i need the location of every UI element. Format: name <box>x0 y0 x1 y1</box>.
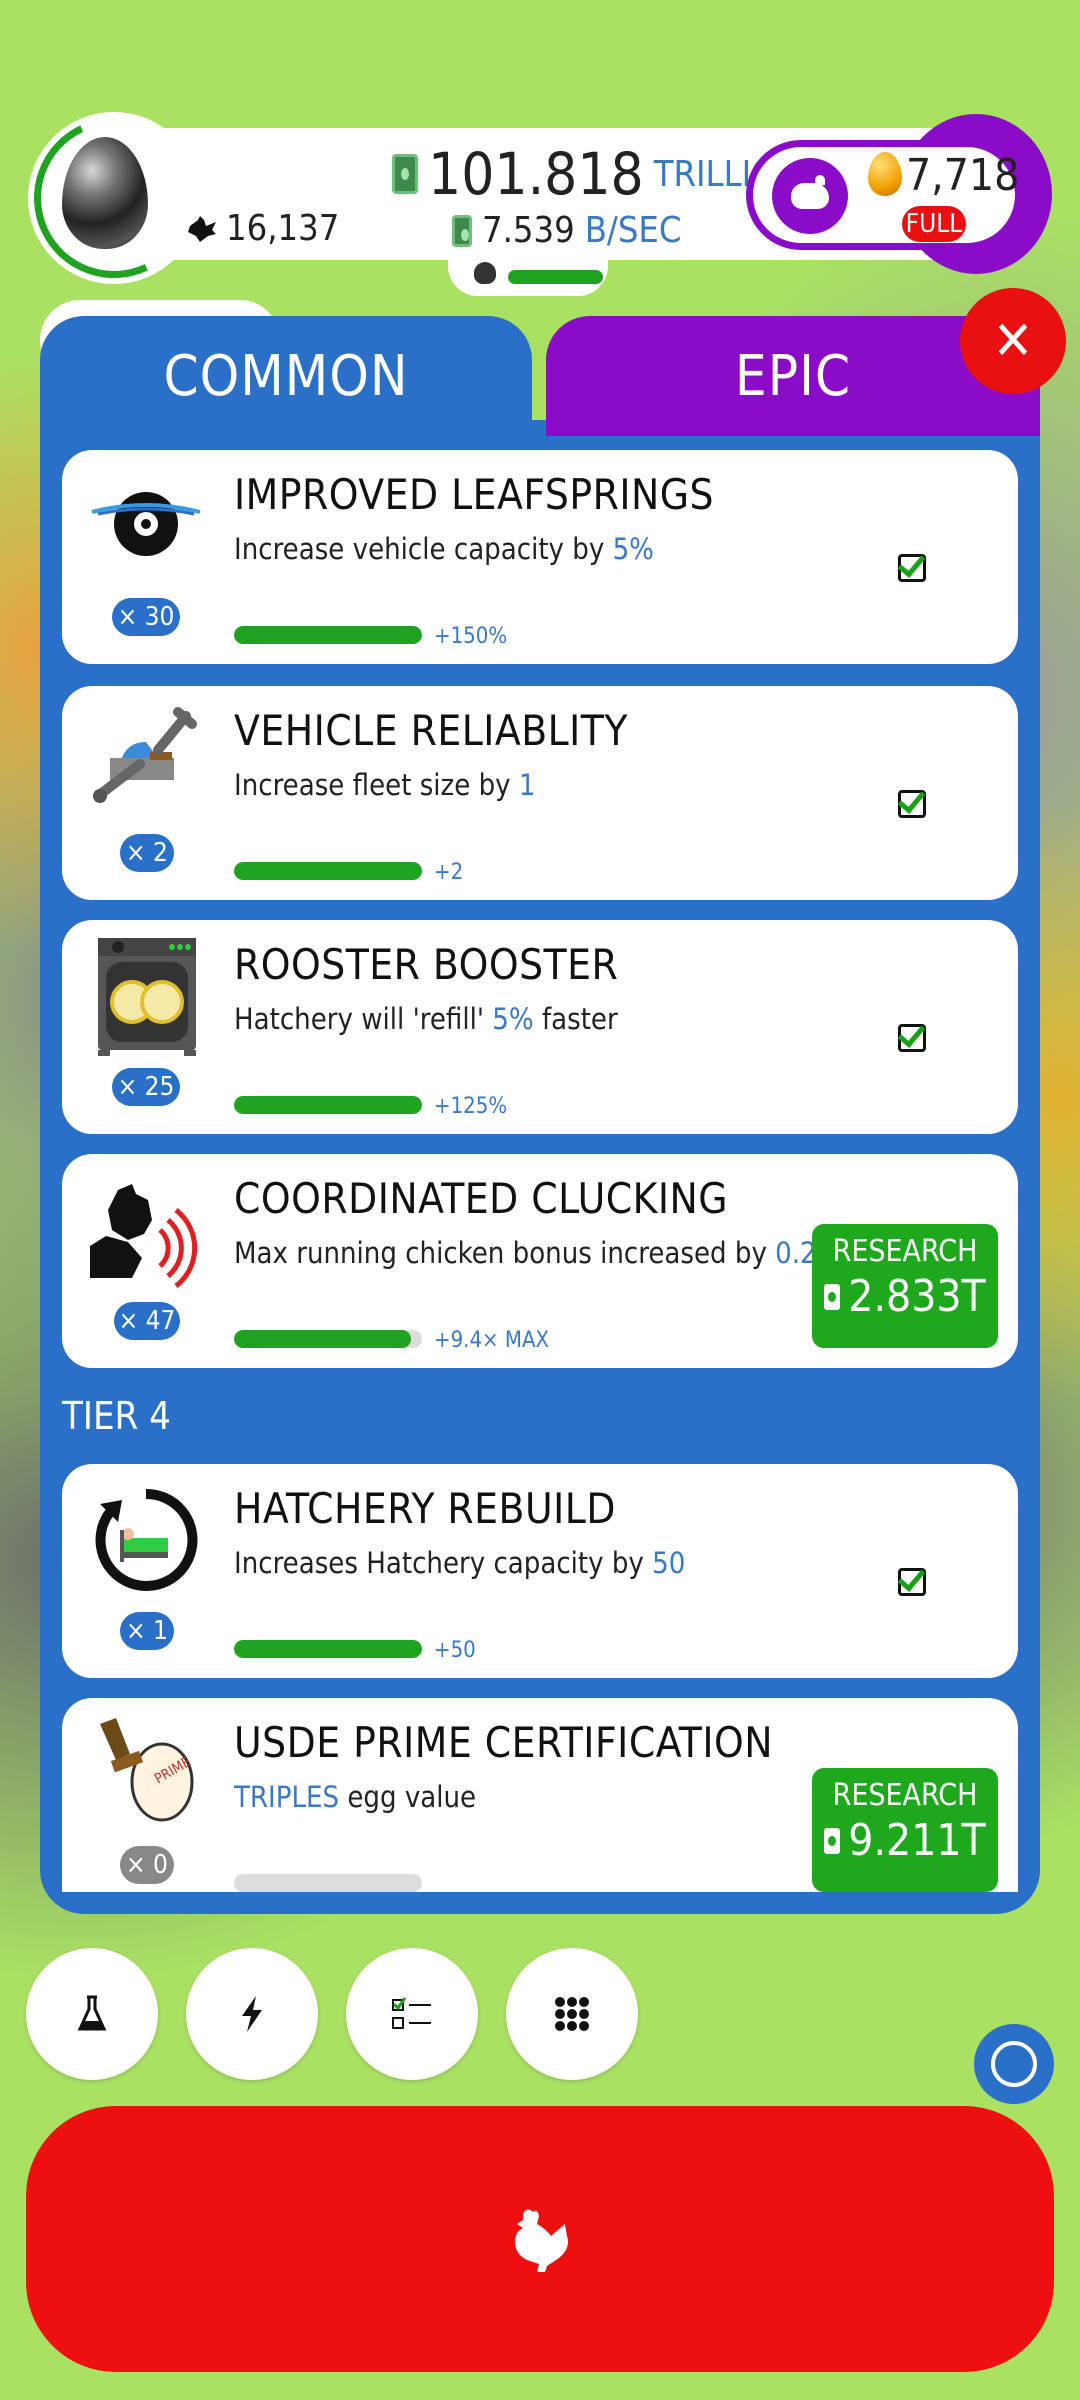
hatch-chicken-button[interactable] <box>26 2106 1054 2372</box>
cash-icon <box>824 1827 841 1854</box>
tab-common[interactable]: COMMON <box>40 316 532 436</box>
research-title: IMPROVED LEAFSPRINGS <box>234 470 715 519</box>
research-bonus: +150% <box>434 624 508 649</box>
main-menu-button[interactable] <box>506 1948 638 2080</box>
rate-unit: B/SEC <box>584 210 682 251</box>
completed-check-icon <box>898 1024 926 1052</box>
tab-common-label: COMMON <box>163 343 409 409</box>
flask-icon <box>77 1995 107 2031</box>
research-title: COORDINATED CLUCKING <box>234 1174 729 1223</box>
research-progress-bar <box>234 1096 422 1114</box>
research-bonus: +50 <box>434 1638 476 1663</box>
research-item: × 1 HATCHERY REBUILD Increases Hatchery … <box>62 1464 1018 1678</box>
piggy-bank-icon <box>791 175 829 209</box>
research-description: Increase fleet size by 1 <box>234 768 536 802</box>
incubator-icon <box>88 936 204 1056</box>
habitat-capacity-bar <box>508 270 603 284</box>
research-description: TRIPLES egg value <box>234 1780 477 1814</box>
research-level-badge: × 25 <box>112 1068 180 1106</box>
research-description: Max running chicken bonus increased by 0… <box>234 1236 839 1270</box>
wrench-truck-icon <box>88 702 204 822</box>
research-item: × 47 COORDINATED CLUCKING Max running ch… <box>62 1154 1018 1368</box>
research-description: Hatchery will 'refill' 5% faster <box>234 1002 618 1036</box>
piggy-bank-button[interactable] <box>772 158 848 234</box>
research-progress-bar <box>234 1640 422 1658</box>
research-progress-bar <box>234 1330 422 1348</box>
completed-check-icon <box>898 1568 926 1596</box>
research-description: Increases Hatchery capacity by 50 <box>234 1546 686 1580</box>
research-level-badge: × 0 <box>120 1846 174 1884</box>
research-button-label: RESEARCH <box>832 1234 978 1269</box>
research-title: VEHICLE RELIABLITY <box>234 706 628 755</box>
research-cost: 9.211T <box>848 1815 986 1866</box>
research-cost: 2.833T <box>848 1271 986 1322</box>
research-bonus: +9.4× MAX <box>434 1328 550 1353</box>
assistant-bubble-button[interactable] <box>974 2024 1054 2104</box>
research-bonus: +2 <box>434 860 464 885</box>
missions-button[interactable] <box>346 1948 478 2080</box>
research-progress-bar <box>234 626 422 644</box>
chicken-icon <box>515 2209 568 2272</box>
chicken-count-value: 16,137 <box>226 208 340 249</box>
cash-icon <box>392 154 418 194</box>
research-title: HATCHERY REBUILD <box>234 1484 616 1533</box>
chicken-icon <box>188 215 216 242</box>
research-progress-bar <box>234 1874 422 1892</box>
cash-icon <box>452 214 472 247</box>
grid-menu-icon <box>555 1997 589 2031</box>
lightning-icon <box>242 1996 262 2032</box>
tab-epic-label: EPIC <box>734 343 852 409</box>
research-item: × 30 IMPROVED LEAFSPRINGS Increase vehic… <box>62 450 1018 664</box>
money-display: 101.818 TRILLION <box>392 140 801 208</box>
tier-heading: TIER 4 <box>62 1394 171 1438</box>
research-item: × 2 VEHICLE RELIABLITY Increase fleet si… <box>62 686 1018 900</box>
boosts-button[interactable] <box>186 1948 318 2080</box>
chicken-signal-icon <box>88 1170 204 1290</box>
earning-rate: 7.539 B/SEC <box>452 210 682 251</box>
research-title: USDE PRIME CERTIFICATION <box>234 1718 773 1767</box>
money-value: 101.818 <box>428 140 644 208</box>
hatchery-rebuild-icon <box>88 1480 204 1600</box>
close-icon: ✕ <box>992 309 1034 372</box>
close-button[interactable]: ✕ <box>960 288 1066 394</box>
wheel-leafspring-icon <box>88 466 204 586</box>
research-level-badge: × 47 <box>114 1302 180 1340</box>
rate-value: 7.539 <box>482 210 575 251</box>
research-button[interactable]: RESEARCH 9.211T <box>812 1768 998 1892</box>
research-button-label: RESEARCH <box>832 1778 978 1813</box>
research-bonus: +125% <box>434 1094 508 1119</box>
cash-icon <box>824 1283 841 1310</box>
research-progress-bar <box>234 862 422 880</box>
research-title: ROOSTER BOOSTER <box>234 940 619 989</box>
research-level-badge: × 2 <box>120 834 174 872</box>
golden-egg-count: 7,718 <box>906 150 1020 201</box>
research-level-badge: × 30 <box>112 598 180 636</box>
hen-house-icon <box>474 262 496 284</box>
golden-egg-icon <box>868 152 902 196</box>
research-item: PRIME × 0 USDE PRIME CERTIFICATION TRIPL… <box>62 1698 1018 1892</box>
piggy-full-badge: FULL <box>902 206 966 242</box>
research-item: × 25 ROOSTER BOOSTER Hatchery will 'refi… <box>62 920 1018 1134</box>
checklist-icon <box>392 1997 431 2029</box>
research-description: Increase vehicle capacity by 5% <box>234 532 654 566</box>
research-button[interactable]: RESEARCH 2.833T <box>812 1224 998 1348</box>
research-level-badge: × 1 <box>120 1612 174 1650</box>
circle-icon <box>991 2041 1037 2087</box>
research-lab-button[interactable] <box>26 1948 158 2080</box>
prime-stamp-egg-icon: PRIME <box>88 1714 204 1834</box>
completed-check-icon <box>898 790 926 818</box>
completed-check-icon <box>898 554 926 582</box>
chicken-count: 16,137 <box>186 208 339 249</box>
